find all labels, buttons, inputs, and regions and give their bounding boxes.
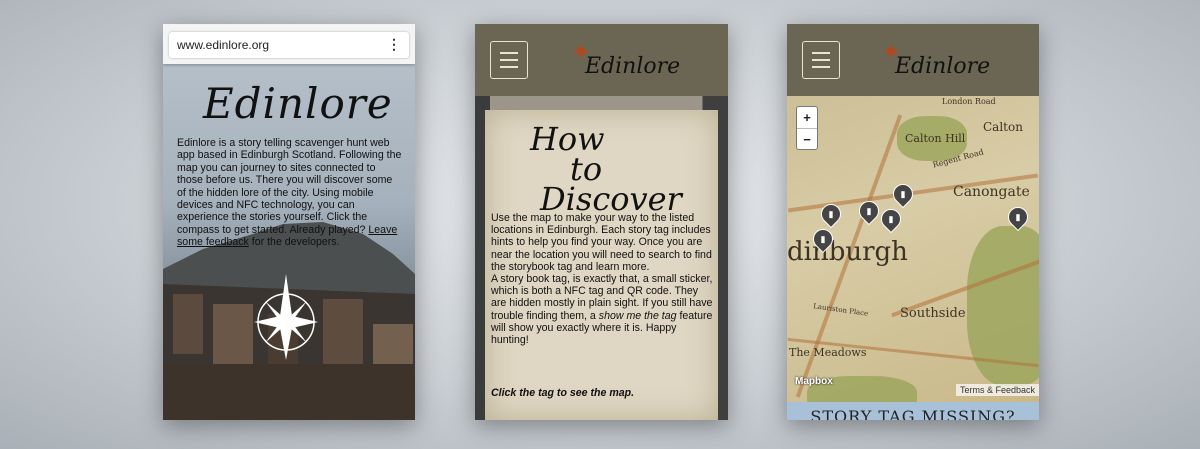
url-text: www.edinlore.org [177,38,270,52]
zoom-in-button[interactable]: + [797,107,817,129]
map-label: London Road [942,97,996,106]
mapbox-logo[interactable]: Mapbox [795,376,833,387]
kebab-menu-icon[interactable]: ⋮ [387,37,401,51]
map-label: Canongate [953,184,1030,200]
instructions-paragraph-2: A story book tag, is exactly that, a sma… [491,273,713,347]
map-label: dinburgh [787,237,908,267]
story-tag-missing-banner[interactable]: STORY TAG MISSING? [787,402,1039,420]
instructions-text: Use the map to make your way to the list… [491,212,715,346]
map-label: Calton [983,120,1023,134]
phone-map-screen: ✦ Edinlore + − London Road Calton Hill C… [787,24,1039,420]
zoom-out-button[interactable]: − [797,129,817,150]
map-label: Southside [900,306,966,321]
compass-rose-icon[interactable] [251,272,321,362]
phone-home-screen: www.edinlore.org ⋮ Edinlore Edinlore is … [163,24,415,420]
map-label: The Meadows [789,346,867,359]
zoom-control: + − [796,106,818,150]
phone-how-to-screen: ✦ Edinlore How to Discover Use the map t… [475,24,728,420]
hamburger-menu-icon[interactable] [802,41,840,79]
top-navbar: ✦ Edinlore [475,24,728,96]
map-label: Calton Hill [905,132,966,145]
edinlore-logo: Edinlore [203,79,393,128]
how-to-discover-heading: How to Discover [530,120,682,218]
hamburger-menu-icon[interactable] [490,41,528,79]
url-field[interactable]: www.edinlore.org ⋮ [169,32,409,58]
edinlore-logo[interactable]: Edinlore [585,54,680,79]
intro-text: Edinlore is a story telling scavenger hu… [177,137,402,249]
browser-address-bar: www.edinlore.org ⋮ [163,24,415,64]
top-navbar: ✦ Edinlore [787,24,1039,96]
instructions-paragraph-1: Use the map to make your way to the list… [491,212,712,273]
edinlore-logo[interactable]: Edinlore [895,54,990,79]
terms-feedback-link[interactable]: Terms & Feedback [955,384,1039,396]
see-map-cta[interactable]: Click the tag to see the map. [491,387,634,399]
